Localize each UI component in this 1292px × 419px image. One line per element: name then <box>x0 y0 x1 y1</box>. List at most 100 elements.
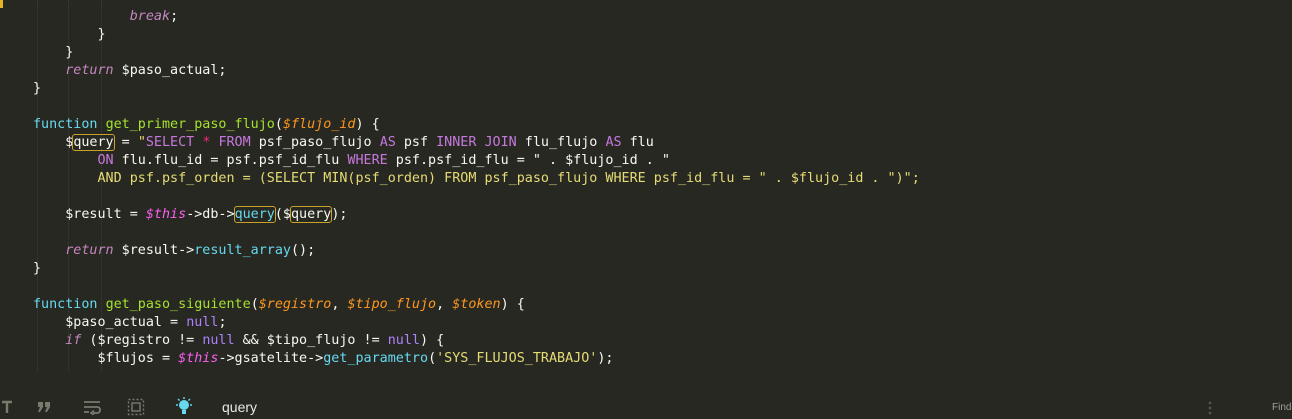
code-token: $tipo_flujo <box>347 297 437 312</box>
code-token: $this <box>145 207 187 222</box>
code-token: } <box>65 45 74 60</box>
code-line: return $result->result_array(); <box>33 242 315 260</box>
code-token: $paso_actual = <box>65 315 187 330</box>
code-token: break <box>129 9 171 24</box>
code-token: ) { <box>355 117 380 132</box>
code-token: " <box>137 135 146 150</box>
search-match: query <box>289 206 333 223</box>
more-options-icon[interactable] <box>1208 400 1212 416</box>
code-token: 'SYS_FLUJOS_TRABAJO' <box>436 351 598 366</box>
code-token: psf_paso_flujo <box>250 135 380 150</box>
wrap-icon[interactable] <box>81 398 103 416</box>
code-token: ->gsatelite-> <box>218 351 324 366</box>
find-button[interactable]: Find <box>1272 402 1291 413</box>
search-match: query <box>72 134 115 151</box>
cursor-marker <box>0 0 3 8</box>
find-bar: query Find <box>0 394 1292 419</box>
code-token: ) { <box>500 297 525 312</box>
code-token: , <box>331 297 348 312</box>
in-selection-icon[interactable] <box>126 398 146 416</box>
code-token: $paso_actual; <box>113 63 227 78</box>
code-token: , <box>436 297 453 312</box>
code-line: } <box>33 26 106 44</box>
code-token: $registro <box>258 297 332 312</box>
code-token: ($ <box>274 207 291 222</box>
code-line: break; <box>33 8 178 26</box>
code-token: INNER JOIN <box>436 135 517 150</box>
code-token: AS <box>379 135 396 150</box>
code-line: $result = $this->db->query($query); <box>33 206 347 224</box>
code-line: function get_paso_siguiente($registro, $… <box>33 296 525 314</box>
code-token: $result-> <box>113 243 195 258</box>
code-token: flu.flu_id = psf.psf_id_flu <box>113 153 348 168</box>
code-token: ); <box>597 351 614 366</box>
code-token: null <box>202 333 235 348</box>
search-input[interactable]: query <box>222 399 257 415</box>
code-token: ; <box>218 315 227 330</box>
code-token: WHERE <box>347 153 388 168</box>
code-token: } <box>33 81 42 96</box>
code-token: (); <box>291 243 316 258</box>
code-line: } <box>33 260 41 278</box>
quote-icon[interactable] <box>34 398 54 416</box>
code-token: result_array <box>194 243 291 258</box>
code-token: } <box>97 27 106 42</box>
code-token: ) { <box>420 333 445 348</box>
code-token: && $tipo_flujo != <box>234 333 388 348</box>
code-line: function get_primer_paso_flujo($flujo_id… <box>33 116 380 134</box>
code-token: null <box>186 315 219 330</box>
code-token: psf.psf_id_flu = " . $flujo_id . " <box>387 153 670 168</box>
code-token: ; <box>170 9 179 24</box>
code-token: $result = <box>65 207 146 222</box>
code-token: return <box>65 63 114 78</box>
code-token: ->db-> <box>186 207 235 222</box>
code-token: $this <box>178 351 219 366</box>
code-token: AND psf.psf_orden = (SELECT MIN(psf_orde… <box>97 171 920 186</box>
code-token: function <box>33 297 98 312</box>
code-token: get_parametro <box>323 351 429 366</box>
code-token: if <box>65 333 82 348</box>
code-line: if ($registro != null && $tipo_flujo != … <box>33 332 444 350</box>
code-token: return <box>65 243 114 258</box>
code-token: ON <box>97 153 114 168</box>
code-token: get_paso_siguiente <box>105 297 251 312</box>
code-token: FROM <box>218 135 251 150</box>
code-line: $query = "SELECT * FROM psf_paso_flujo A… <box>33 134 654 152</box>
code-token: ( <box>428 351 437 366</box>
code-token: ( <box>274 117 283 132</box>
code-line: } <box>33 44 73 62</box>
code-token: psf <box>395 135 437 150</box>
code-token: ( <box>250 297 259 312</box>
code-token: = <box>113 135 138 150</box>
code-token: SELECT <box>145 135 195 150</box>
code-token: $token <box>452 297 501 312</box>
code-line: AND psf.psf_orden = (SELECT MIN(psf_orde… <box>33 170 920 188</box>
code-line: $paso_actual = null; <box>33 314 227 332</box>
case-sensitive-icon[interactable] <box>0 398 14 416</box>
code-editor[interactable]: break; } } return $paso_actual;} function… <box>0 0 1292 372</box>
code-line: return $paso_actual; <box>33 62 227 80</box>
code-line: $flujos = $this->gsatelite->get_parametr… <box>33 350 614 368</box>
code-token: ($registro != <box>81 333 203 348</box>
code-token: $flujos = <box>97 351 179 366</box>
code-token: ); <box>331 207 348 222</box>
search-match: query <box>233 206 276 223</box>
code-token: } <box>33 261 42 276</box>
code-line: } <box>33 80 41 98</box>
code-line: ON flu.flu_id = psf.psf_id_flu WHERE psf… <box>33 152 670 170</box>
highlight-matches-icon[interactable] <box>173 397 195 416</box>
code-token: flu <box>621 135 654 150</box>
code-token: $flujo_id <box>282 117 356 132</box>
code-token: null <box>387 333 420 348</box>
